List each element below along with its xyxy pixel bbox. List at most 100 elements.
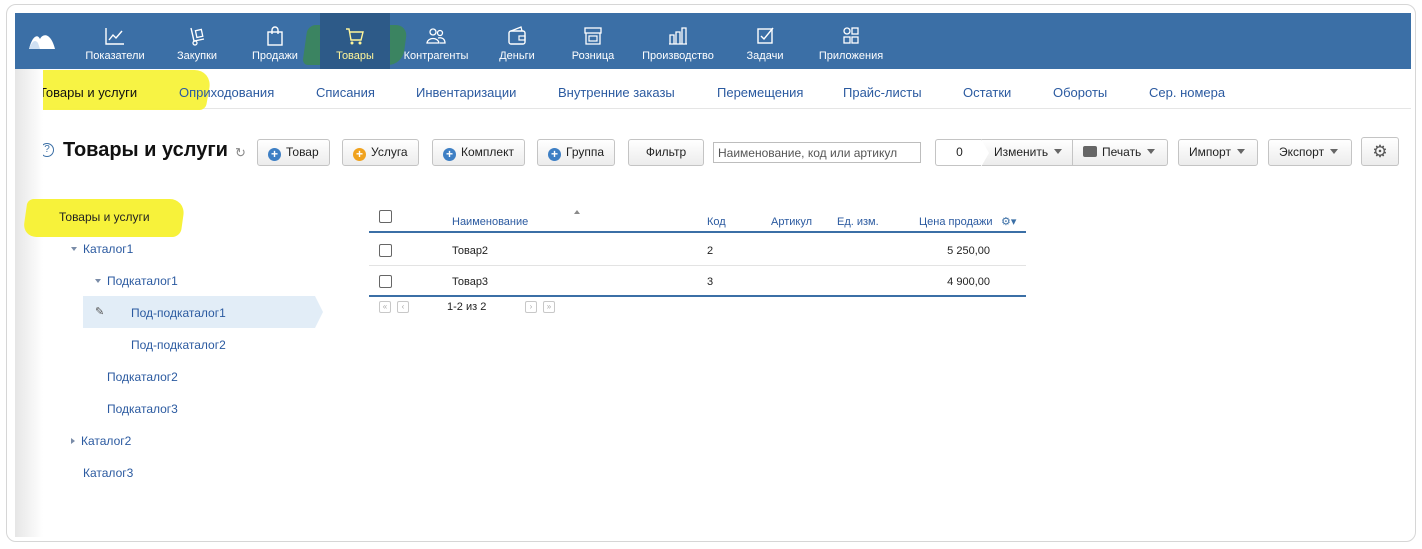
nav-item-money[interactable]: Деньги <box>487 13 547 69</box>
pager-summary: 1-2 из 2 <box>447 301 487 313</box>
row-checkbox[interactable] <box>379 244 392 257</box>
nav-item-production[interactable]: Производство <box>635 13 721 69</box>
plus-icon: + <box>443 148 456 161</box>
nav-item-retail[interactable]: Розница <box>563 13 623 69</box>
select-all-checkbox[interactable] <box>379 210 392 223</box>
logo-icon[interactable] <box>27 31 57 51</box>
nav-item-tasks[interactable]: Задачи <box>735 13 795 69</box>
tree-node-subcatalog3[interactable]: Подкаталог3 <box>107 402 178 416</box>
last-page-button[interactable]: » <box>543 301 555 313</box>
expand-icon[interactable] <box>71 247 77 251</box>
tree-node-label: Каталог1 <box>83 242 134 256</box>
printer-icon <box>1083 146 1097 157</box>
table-row[interactable]: Товар2 2 5 250,00 <box>369 235 1026 266</box>
tree-node-subcatalog1[interactable]: Подкаталог1 <box>95 274 178 288</box>
nav-item-counterparties[interactable]: Контрагенты <box>399 13 473 69</box>
tab-serial-numbers[interactable]: Сер. номера <box>1149 85 1225 100</box>
tree-node-subsub2[interactable]: Под-подкаталог2 <box>131 338 226 352</box>
tab-stock[interactable]: Остатки <box>963 85 1011 100</box>
nav-item-sales[interactable]: Продажи <box>243 13 307 69</box>
top-navigation: Показатели Закупки Продажи Товары Контра… <box>15 13 1411 69</box>
refresh-icon[interactable]: ↻ <box>235 146 247 159</box>
tab-moves[interactable]: Перемещения <box>717 85 803 100</box>
tree-node-catalog1[interactable]: Каталог1 <box>71 242 133 256</box>
nav-item-purchases[interactable]: Закупки <box>167 13 227 69</box>
nav-item-apps[interactable]: Приложения <box>811 13 891 69</box>
tab-price-lists[interactable]: Прайс-листы <box>843 85 922 100</box>
chevron-down-icon <box>1330 149 1339 154</box>
add-kit-button[interactable]: + Комплект <box>432 139 525 166</box>
tab-turnover[interactable]: Обороты <box>1053 85 1107 100</box>
button-label: Комплект <box>461 145 514 159</box>
store-icon <box>584 27 602 45</box>
page-title: Товары и услуги <box>63 139 228 161</box>
settings-button[interactable]: ⚙ <box>1361 137 1399 166</box>
cell-name[interactable]: Товар3 <box>452 276 488 288</box>
plus-icon: + <box>353 148 366 161</box>
add-group-button[interactable]: + Группа <box>537 139 616 166</box>
add-item-button[interactable]: + Товар <box>257 139 330 166</box>
print-dropdown-button[interactable]: Печать <box>1072 139 1168 166</box>
search-input[interactable] <box>713 142 921 163</box>
column-header-article[interactable]: Артикул <box>771 216 812 228</box>
gear-icon: ⚙ <box>1372 142 1388 161</box>
column-header-name[interactable]: Наименование <box>452 216 528 228</box>
column-header-unit[interactable]: Ед. изм. <box>837 216 879 228</box>
expand-icon[interactable] <box>95 279 101 283</box>
nav-item-goods[interactable]: Товары <box>320 13 390 69</box>
tree-node-label: Подкаталог1 <box>107 274 178 288</box>
tree-root[interactable]: Товары и услуги <box>59 210 150 224</box>
chevron-down-icon <box>1236 149 1245 154</box>
button-label: Экспорт <box>1279 145 1325 159</box>
cart-icon <box>346 28 364 45</box>
tab-internal-orders[interactable]: Внутренние заказы <box>558 85 675 100</box>
tree-node-subsub1[interactable]: Под-подкаталог1 <box>131 306 226 320</box>
nav-label: Приложения <box>818 50 884 62</box>
chart-line-icon <box>105 28 124 45</box>
chevron-down-icon <box>1147 149 1156 154</box>
nav-label: Продажи <box>252 50 298 62</box>
chevron-down-icon <box>1054 149 1063 154</box>
next-page-button[interactable]: › <box>525 301 537 313</box>
apps-grid-icon <box>843 27 859 44</box>
import-dropdown-button[interactable]: Импорт <box>1178 139 1258 166</box>
sort-asc-icon[interactable] <box>574 210 580 214</box>
expand-icon[interactable] <box>71 438 75 444</box>
button-label: Услуга <box>371 145 408 159</box>
nav-label: Товары <box>336 50 374 62</box>
app: Показатели Закупки Продажи Товары Контра… <box>15 13 1411 537</box>
nav-label: Производство <box>642 50 714 62</box>
wallet-icon <box>508 26 526 45</box>
tree-node-catalog3[interactable]: Каталог3 <box>83 466 133 480</box>
nav-label: Задачи <box>746 50 784 62</box>
dolly-icon <box>190 27 205 46</box>
left-edge-shade <box>15 69 43 537</box>
pencil-icon[interactable]: ✎ <box>95 307 105 318</box>
button-label: Импорт <box>1189 145 1231 159</box>
table-header: Наименование Код Артикул Ед. изм. Цена п… <box>369 203 1026 233</box>
tab-receipts[interactable]: Оприходования <box>179 85 274 100</box>
window-frame: Показатели Закупки Продажи Товары Контра… <box>6 4 1416 542</box>
change-dropdown-button[interactable]: Изменить <box>981 139 1073 167</box>
tab-inventories[interactable]: Инвентаризации <box>416 85 516 100</box>
tab-goods-and-services[interactable]: Товары и услуги <box>39 85 137 100</box>
tree-node-subcatalog2[interactable]: Подкаталог2 <box>107 370 178 384</box>
export-dropdown-button[interactable]: Экспорт <box>1268 139 1352 166</box>
nav-label: Контрагенты <box>403 50 469 62</box>
column-settings-icon[interactable]: ⚙▾ <box>1001 215 1016 228</box>
prev-page-button[interactable]: ‹ <box>397 301 409 313</box>
column-header-code[interactable]: Код <box>707 216 726 228</box>
tree-node-catalog2[interactable]: Каталог2 <box>71 434 131 448</box>
tab-write-offs[interactable]: Списания <box>316 85 375 100</box>
add-service-button[interactable]: + Услуга <box>342 139 419 166</box>
nav-item-indicators[interactable]: Показатели <box>79 13 151 69</box>
shopping-bag-icon <box>267 26 283 46</box>
first-page-button[interactable]: « <box>379 301 391 313</box>
table-row[interactable]: Товар3 3 4 900,00 <box>369 266 1026 297</box>
filter-button[interactable]: Фильтр <box>628 139 704 166</box>
row-checkbox[interactable] <box>379 275 392 288</box>
button-label: Группа <box>566 145 605 159</box>
cell-name[interactable]: Товар2 <box>452 245 488 257</box>
button-label: Товар <box>286 145 319 159</box>
column-header-price[interactable]: Цена продажи <box>919 216 993 228</box>
